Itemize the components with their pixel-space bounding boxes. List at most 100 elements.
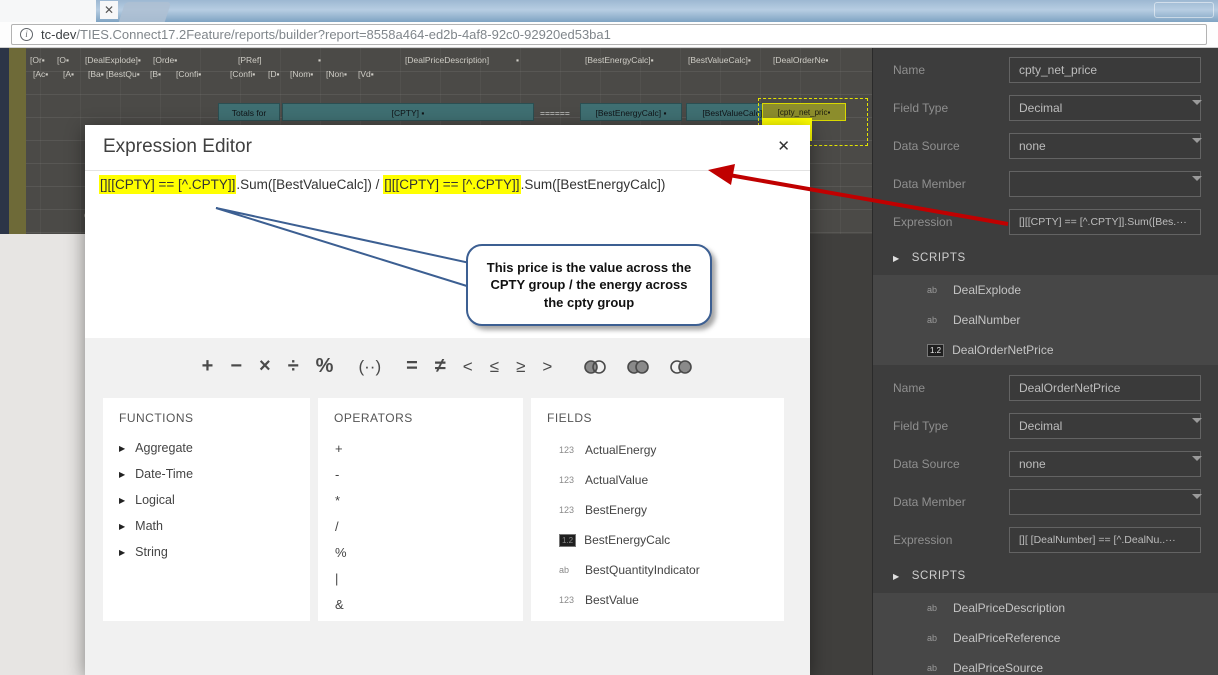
script-item-dealexplode[interactable]: ab DealExplode xyxy=(873,275,1218,305)
minus-button[interactable]: − xyxy=(230,355,242,378)
operator-minus[interactable]: - xyxy=(318,461,523,487)
grid-cell[interactable]: [BestQu▪ xyxy=(106,69,140,79)
fieldtype-select[interactable]: Decimal xyxy=(1009,95,1201,121)
equals-button[interactable]: = xyxy=(406,355,418,378)
grid-cell[interactable]: ▪ xyxy=(318,55,321,65)
expression-input[interactable]: [][[CPTY] == [^.CPTY]].Sum([Bes.··· xyxy=(1009,209,1201,235)
script-item-dealpricedescription[interactable]: ab DealPriceDescription xyxy=(873,593,1218,623)
grid-cell[interactable]: [Non▪ xyxy=(326,69,347,79)
datamember-select[interactable] xyxy=(1009,171,1201,197)
grid-cell[interactable]: [Orde▪ xyxy=(153,55,177,65)
expression-text[interactable]: [][[CPTY] == [^.CPTY]].Sum([BestValueCal… xyxy=(99,177,665,192)
expression-input[interactable]: [][ [DealNumber] == [^.DealNu..··· xyxy=(1009,527,1201,553)
operator-pipe[interactable]: | xyxy=(318,565,523,591)
text-field-icon: ab xyxy=(927,663,945,673)
text-field-icon: ab xyxy=(927,603,945,613)
grid-cell[interactable]: [A▪ xyxy=(63,69,74,79)
script-item-dealpricereference[interactable]: ab DealPriceReference xyxy=(873,623,1218,653)
grid-cell[interactable]: [DealExplode]▪ xyxy=(85,55,141,65)
grid-cell[interactable]: [DealOrderNe▪ xyxy=(773,55,828,65)
field-label: BestEnergy xyxy=(585,503,647,517)
grid-cell[interactable]: [PRef] xyxy=(238,55,262,65)
field-actualenergy[interactable]: 123ActualEnergy xyxy=(531,435,784,465)
script-item-dealordernetprice[interactable]: 1.2 DealOrderNetPrice xyxy=(873,335,1218,365)
divider xyxy=(85,170,810,171)
function-category-aggregate[interactable]: ▶Aggregate xyxy=(103,435,310,461)
function-category-string[interactable]: ▶String xyxy=(103,539,310,565)
operator-divide[interactable]: / xyxy=(318,513,523,539)
parentheses-button[interactable]: (··) xyxy=(358,357,381,377)
operator-multiply[interactable]: * xyxy=(318,487,523,513)
function-category-label: Logical xyxy=(135,493,175,507)
grid-cell[interactable]: [B▪ xyxy=(150,69,161,79)
close-icon[interactable]: ✕ xyxy=(777,137,790,155)
plus-button[interactable]: + xyxy=(202,355,214,378)
percent-button[interactable]: % xyxy=(316,355,334,378)
grid-cell[interactable]: ▪ xyxy=(516,55,519,65)
script-item-dealnumber[interactable]: ab DealNumber xyxy=(873,305,1218,335)
datamember-select[interactable] xyxy=(1009,489,1201,515)
scripts-list-2: ab DealPriceDescription ab DealPriceRefe… xyxy=(873,593,1218,675)
grid-cell[interactable]: [Ba▪ xyxy=(88,69,104,79)
grid-cell[interactable]: [BestValueCalc]▪ xyxy=(688,55,751,65)
name-input[interactable]: DealOrderNetPrice xyxy=(1009,375,1201,401)
number-field-icon: 123 xyxy=(559,595,577,605)
greater-equal-button[interactable]: ≥ xyxy=(516,357,525,377)
page-info-icon[interactable]: i xyxy=(20,28,33,41)
function-category-label: Math xyxy=(135,519,163,533)
datasource-select[interactable]: none xyxy=(1009,133,1201,159)
name-label: Name xyxy=(893,63,925,77)
multiply-button[interactable]: × xyxy=(259,355,271,378)
window-controls[interactable] xyxy=(1154,2,1214,18)
greater-than-button[interactable]: > xyxy=(542,357,552,377)
field-bestquantityindicator[interactable]: abBestQuantityIndicator xyxy=(531,555,784,585)
grid-cell[interactable]: [Confi▪ xyxy=(176,69,201,79)
datasource-select[interactable]: none xyxy=(1009,451,1201,477)
script-item-label: DealNumber xyxy=(953,313,1020,327)
venn-right-icon[interactable] xyxy=(669,359,693,375)
chevron-down-icon xyxy=(1192,494,1202,499)
number-field-icon: 123 xyxy=(559,505,577,515)
tab-close-icon[interactable]: ✕ xyxy=(100,1,118,19)
grid-cell[interactable]: [D▪ xyxy=(268,69,280,79)
cpty-group-cell[interactable]: [CPTY] ▪ xyxy=(282,103,534,121)
field-bestvalue[interactable]: 123BestValue xyxy=(531,585,784,615)
function-category-logical[interactable]: ▶Logical xyxy=(103,487,310,513)
grid-cell[interactable]: [Nom▪ xyxy=(290,69,313,79)
operator-plus[interactable]: + xyxy=(318,435,523,461)
fields-panel: FIELDS 123ActualEnergy 123ActualValue 12… xyxy=(531,398,784,621)
operator-toolbar: + − × ÷ % (··) = ≠ < ≤ ≥ > xyxy=(85,355,810,378)
venn-left-icon[interactable] xyxy=(583,359,607,375)
less-than-button[interactable]: < xyxy=(463,357,473,377)
script-item-dealpricesource[interactable]: ab DealPriceSource xyxy=(873,653,1218,675)
address-bar[interactable]: i tc-dev/TIES.Connect17.2Feature/reports… xyxy=(11,24,1207,45)
grid-cell[interactable]: [BestEnergyCalc]▪ xyxy=(585,55,654,65)
field-bestenergycalc[interactable]: 1.2BestEnergyCalc xyxy=(531,525,784,555)
field-bestenergy[interactable]: 123 BestEnergy xyxy=(531,495,784,525)
field-actualvalue[interactable]: 123ActualValue xyxy=(531,465,784,495)
grid-cell[interactable]: [DealPriceDescription] xyxy=(405,55,489,65)
grid-cell[interactable]: [Vd▪ xyxy=(358,69,374,79)
less-equal-button[interactable]: ≤ xyxy=(490,357,499,377)
fieldtype-select[interactable]: Decimal xyxy=(1009,413,1201,439)
totals-for-cell[interactable]: Totals for xyxy=(218,103,280,121)
grid-cell[interactable]: [Ac▪ xyxy=(33,69,48,79)
new-tab-button[interactable] xyxy=(119,2,171,22)
operators-header: OPERATORS xyxy=(318,398,523,435)
scripts-section-header-2[interactable]: ▶ SCRIPTS xyxy=(873,559,1218,593)
grid-cell[interactable]: [Or▪ xyxy=(30,55,45,65)
grid-cell[interactable]: [Confi▪ xyxy=(230,69,255,79)
grid-cell[interactable]: [O▪ xyxy=(57,55,69,65)
function-category-datetime[interactable]: ▶Date-Time xyxy=(103,461,310,487)
decimal-field-icon: 1.2 xyxy=(927,344,944,357)
scripts-section-header[interactable]: ▶ SCRIPTS xyxy=(873,241,1218,275)
name-input[interactable]: cpty_net_price xyxy=(1009,57,1201,83)
best-energy-calc-cell[interactable]: [BestEnergyCalc] ▪ xyxy=(580,103,682,121)
venn-intersect-icon[interactable] xyxy=(626,359,650,375)
operator-ampersand[interactable]: & xyxy=(318,591,523,617)
not-equals-button[interactable]: ≠ xyxy=(435,355,446,378)
operator-modulo[interactable]: % xyxy=(318,539,523,565)
divide-button[interactable]: ÷ xyxy=(288,355,299,378)
browser-tab[interactable] xyxy=(0,0,96,22)
function-category-math[interactable]: ▶Math xyxy=(103,513,310,539)
